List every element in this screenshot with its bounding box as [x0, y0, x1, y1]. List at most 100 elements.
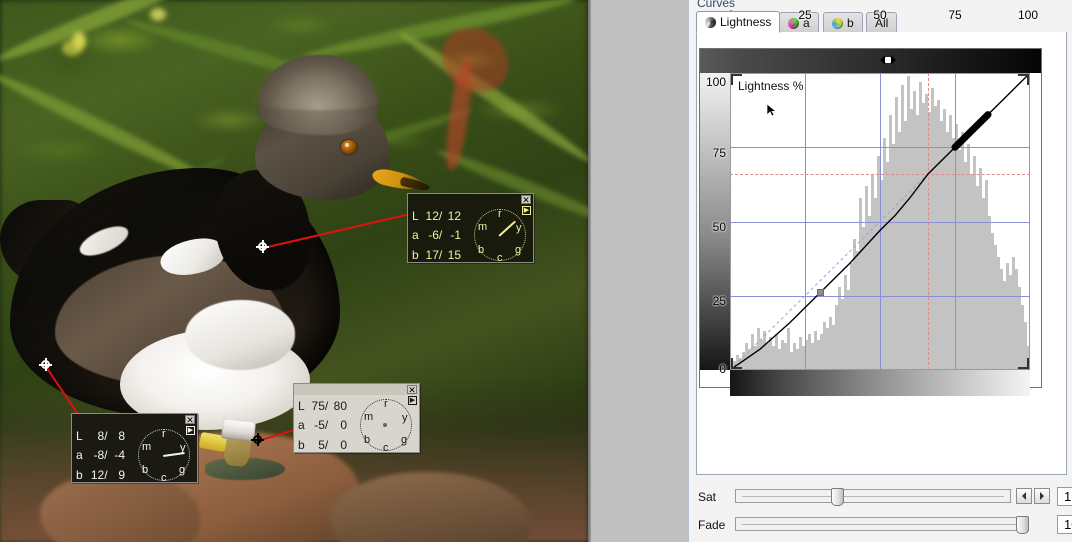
workspace-background	[588, 0, 688, 542]
value-before: -6/	[428, 228, 443, 243]
value-before: 12/	[90, 467, 108, 482]
tab-label: b	[847, 16, 854, 30]
value-before: 17/	[425, 247, 443, 262]
readout-titlebar: ✕	[72, 414, 197, 425]
wheel-label-m: m	[364, 411, 374, 423]
readout-values-table: L 8/ 8 a -8/ -4 b 12/ 9	[76, 427, 128, 485]
value-after: -4	[114, 448, 125, 463]
tone-range-thumb[interactable]	[879, 55, 896, 65]
plot-label: Lightness %	[738, 79, 804, 93]
tab-label: Lightness	[720, 15, 772, 29]
fade-slider-track[interactable]	[735, 516, 1030, 534]
fade-slider-thumb[interactable]	[1016, 516, 1030, 534]
value-before: 8/	[97, 429, 108, 444]
wheel-label-g: g	[401, 434, 408, 446]
sample-point-middle[interactable]	[251, 433, 264, 446]
sat-slider-track[interactable]	[735, 488, 1011, 506]
x-tick-50: 50	[873, 8, 887, 22]
sample-point-lower[interactable]	[39, 358, 52, 371]
readout-titlebar: ✕	[408, 194, 533, 205]
value-after: -1	[450, 228, 461, 243]
channel-label: L	[298, 399, 305, 414]
close-icon[interactable]: ✕	[185, 415, 195, 425]
value-after: 8	[118, 429, 125, 444]
value-after: 15	[447, 247, 461, 262]
value-after: 0	[340, 437, 347, 452]
value-after: 12	[447, 209, 461, 224]
expand-icon[interactable]: ▶	[408, 396, 417, 405]
x-tick-75: 75	[948, 8, 962, 22]
sample-point-upper[interactable]	[256, 240, 269, 253]
color-readout-middle[interactable]: ✕ L 75/ 80 a -5/ 0 b 5/ 0 r y g c b m ▶	[293, 383, 420, 455]
mouse-cursor-icon	[766, 103, 777, 117]
x-axis-gradient	[730, 370, 1030, 396]
channel-label: b	[76, 467, 83, 482]
channel-label: b	[412, 247, 419, 262]
channel-label: a	[412, 228, 419, 243]
channel-label: a	[76, 448, 83, 463]
x-tick-25: 25	[798, 8, 812, 22]
image-canvas-pane[interactable]: ✕ L 12/ 12 a -6/ -1 b 17/ 15 r y g c b m…	[0, 0, 588, 542]
y-tick-100: 100	[705, 75, 726, 89]
y-tick-0: 0	[719, 362, 726, 376]
curves-dialog: Curves Lightness a b All 100 75 50 25 0 …	[688, 0, 1072, 542]
y-tick-25: 25	[712, 294, 726, 308]
readout-row-L: L 8/ 8	[76, 427, 128, 446]
value-after: 9	[118, 467, 125, 482]
readout-titlebar: ✕	[294, 384, 419, 395]
readout-values-table: L 12/ 12 a -6/ -1 b 17/ 15	[412, 207, 464, 265]
sat-decrement-button[interactable]	[1016, 488, 1032, 504]
wheel-label-y: y	[402, 412, 408, 424]
color-wheel-icon: r y g c b m	[468, 207, 530, 265]
readout-row-L: L 12/ 12	[412, 207, 464, 226]
fade-control-row: Fade 100	[689, 514, 1072, 536]
wheel-label-c: c	[497, 252, 503, 264]
fade-label: Fade	[698, 518, 726, 532]
readout-row-L: L 75/ 80	[298, 397, 350, 416]
wheel-label-b: b	[364, 434, 371, 446]
wheel-label-c: c	[383, 442, 389, 454]
wheel-label-r: r	[498, 208, 502, 220]
sat-value-field[interactable]: 1.30	[1057, 487, 1072, 506]
readout-values-table: L 75/ 80 a -5/ 0 b 5/ 0	[298, 397, 350, 455]
value-before: 5/	[318, 437, 329, 452]
wheel-label-b: b	[478, 244, 485, 256]
bird-eye	[341, 140, 357, 154]
tab-lightness[interactable]: Lightness	[696, 11, 781, 33]
color-readout-lower[interactable]: ✕ L 8/ 8 a -8/ -4 b 12/ 9 r y g c b m ▶	[71, 413, 198, 485]
sat-increment-button[interactable]	[1034, 488, 1050, 504]
color-readout-upper[interactable]: ✕ L 12/ 12 a -6/ -1 b 17/ 15 r y g c b m…	[407, 193, 534, 265]
wheel-label-y: y	[516, 222, 522, 234]
color-wheel-icon: r y g c b m	[354, 397, 416, 455]
fade-value-field[interactable]: 100	[1057, 515, 1072, 534]
b-channel-sphere-icon	[832, 17, 843, 29]
color-wheel-icon: r y g c b m	[132, 427, 194, 485]
close-icon[interactable]: ✕	[521, 195, 531, 205]
value-before: -8/	[93, 448, 108, 463]
value-after: 0	[340, 418, 347, 433]
expand-icon[interactable]: ▶	[522, 206, 531, 215]
wheel-label-g: g	[515, 244, 522, 256]
channel-label: L	[412, 209, 419, 224]
readout-row-b: b 12/ 9	[76, 466, 128, 485]
close-icon[interactable]: ✕	[407, 385, 417, 395]
wheel-label-r: r	[384, 398, 388, 410]
channel-label: L	[76, 429, 83, 444]
wheel-label-r: r	[162, 428, 166, 440]
image-pane-edge	[588, 0, 591, 542]
readout-row-b: b 17/ 15	[412, 246, 464, 265]
expand-icon[interactable]: ▶	[186, 426, 195, 435]
tone-range-slider[interactable]	[700, 49, 1041, 73]
lightness-sphere-icon	[705, 16, 716, 28]
sat-slider-thumb[interactable]	[831, 488, 845, 506]
curve-plot-area[interactable]: Lightness %	[730, 73, 1030, 370]
readout-row-a: a -8/ -4	[76, 446, 128, 465]
wheel-label-g: g	[179, 464, 186, 476]
channel-label: a	[298, 418, 305, 433]
sat-control-row: Sat 1.30	[689, 486, 1072, 508]
curve-control-point[interactable]	[816, 289, 824, 297]
wheel-label-m: m	[478, 221, 488, 233]
x-tick-100: 100	[1017, 8, 1039, 22]
sat-label: Sat	[698, 490, 717, 504]
tab-b[interactable]: b	[823, 12, 863, 33]
